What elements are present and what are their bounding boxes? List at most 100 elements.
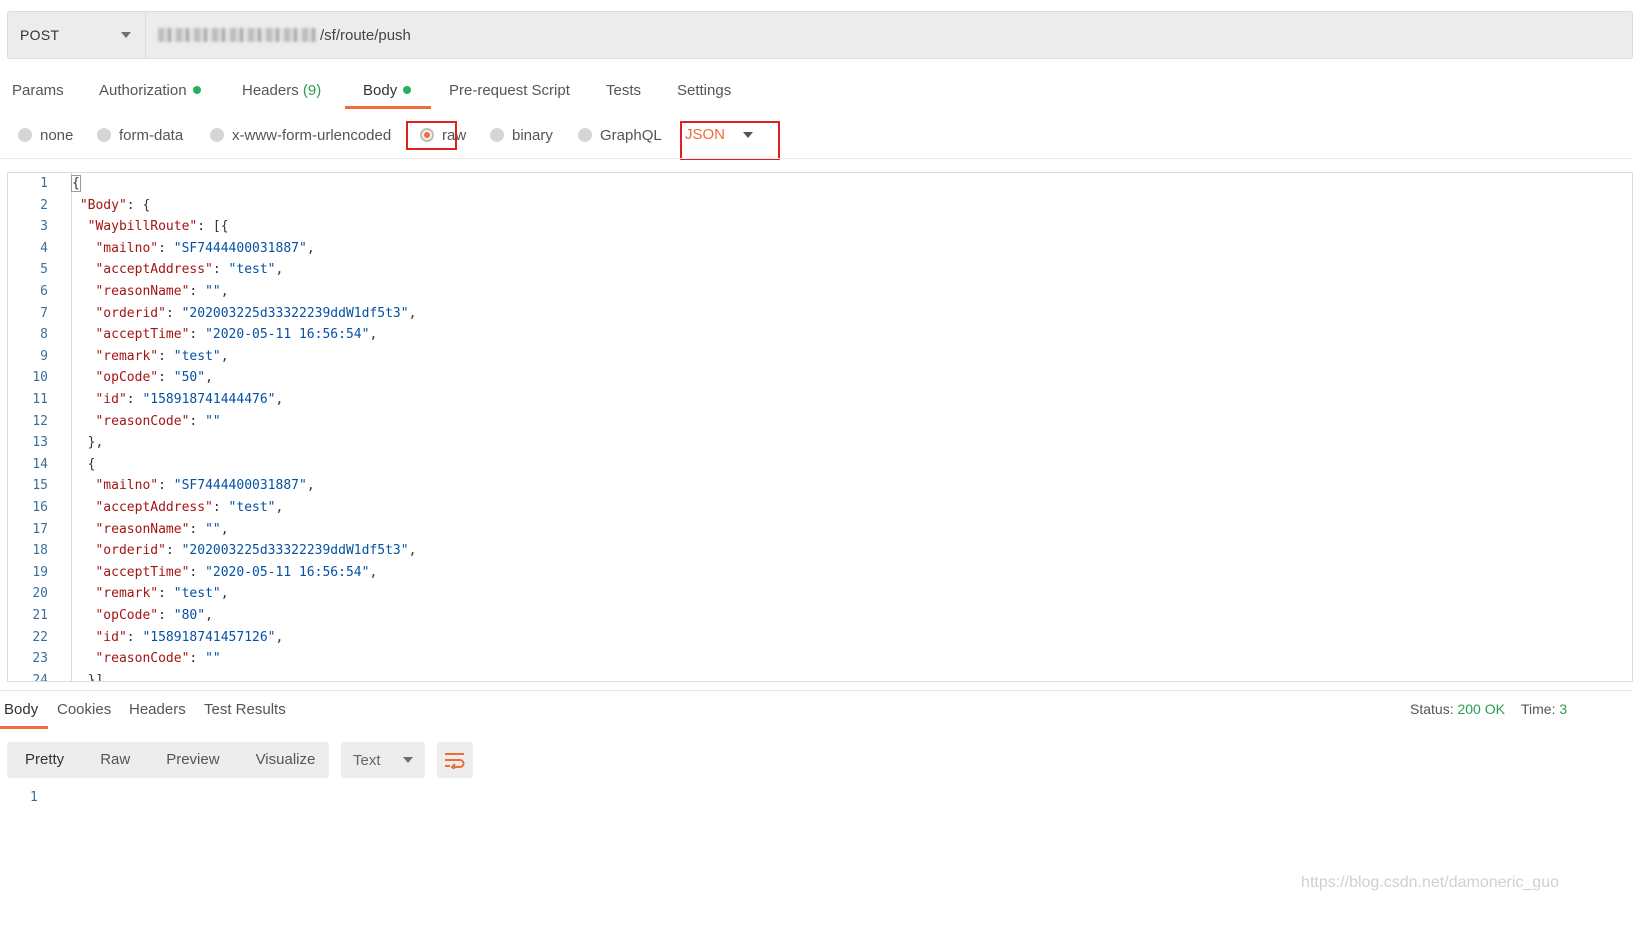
radio-form-data-label: form-data [119, 126, 184, 144]
line-number: 11 [32, 392, 48, 407]
radio-none-label: none [40, 126, 74, 144]
line-number: 5 [40, 262, 48, 278]
tab-headers[interactable]: Headers (9) [242, 80, 321, 102]
line-number: 16 [32, 500, 48, 515]
status-dot-icon [192, 86, 201, 94]
line-number: 23 [32, 651, 48, 667]
code-line: 11 "id": "158918741444476", [8, 389, 1608, 411]
request-body-editor[interactable]: 1 {2 "Body": { 3 "WaybillRoute": [{ 4 "mail… [7, 172, 1633, 682]
code-line: 15 "mailno": "SF7444400031887", [8, 475, 1608, 497]
code-text: "WaybillRoute": [{ [87, 219, 229, 235]
code-text: { [72, 456, 96, 472]
body-type-selector: none form-data x-www-form-urlencoded raw… [0, 120, 1633, 158]
tab-pre-request-label: Pre-request Script [449, 82, 570, 99]
line-number: 17 [32, 521, 48, 537]
url-input[interactable]: /sf/route/push [146, 12, 1632, 58]
line-number: 14 [32, 456, 48, 472]
line-number: 20 [32, 586, 48, 602]
code-text: "orderid": "202003225d33322239ddW1df5t3"… [95, 543, 417, 559]
view-visualize-button[interactable]: Visualize [238, 742, 334, 778]
code-line: 20 "remark": "test", [8, 583, 1608, 605]
code-line: 2 "Body": { [8, 195, 1608, 217]
line-number: 8 [40, 327, 48, 343]
code-line: 22 "id": "158918741457126", [8, 627, 1608, 649]
code-text: "reasonCode": "" [95, 413, 221, 429]
response-tab-test-results[interactable]: Test Results [204, 700, 286, 720]
tab-tests-label: Tests [606, 82, 642, 99]
line-number: 1 [40, 176, 48, 191]
radio-icon [490, 128, 504, 142]
response-tab-body[interactable]: Body [4, 700, 38, 720]
code-text: }] [72, 672, 104, 682]
response-line-number: 1 [30, 790, 38, 805]
code-text: "acceptAddress": "test", [95, 262, 284, 278]
tab-tests[interactable]: Tests [606, 80, 641, 102]
line-number: 3 [40, 219, 48, 235]
line-number: 15 [32, 478, 48, 494]
code-text: "remark": "test", [95, 348, 229, 364]
url-path: /sf/route/push [320, 26, 411, 44]
tab-body-label: Body [363, 82, 398, 99]
redacted-host [158, 28, 318, 42]
highlight-box-json [680, 121, 780, 160]
code-line: 19 "acceptTime": "2020-05-11 16:56:54", [8, 562, 1608, 584]
line-number: 24 [32, 672, 48, 682]
line-number: 4 [40, 240, 48, 256]
line-number: 6 [40, 284, 48, 299]
code-line: 14 { [8, 454, 1608, 476]
response-tab-cookies[interactable]: Cookies [57, 700, 111, 720]
code-text: "reasonName": "", [95, 284, 229, 299]
radio-graphql[interactable]: GraphQL [578, 126, 662, 144]
code-line: 7 "orderid": "202003225d33322239ddW1df5t… [8, 303, 1608, 325]
code-line: 18 "orderid": "202003225d33322239ddW1df5… [8, 540, 1608, 562]
response-tab-headers[interactable]: Headers [129, 700, 186, 720]
view-pretty-button[interactable]: Pretty [7, 742, 82, 778]
highlight-box-raw [406, 121, 457, 150]
radio-urlencoded-label: x-www-form-urlencoded [232, 126, 392, 144]
view-preview-button[interactable]: Preview [148, 742, 237, 778]
tab-headers-label: Headers [242, 82, 299, 99]
chevron-down-icon [402, 757, 413, 763]
code-text: "acceptAddress": "test", [95, 500, 284, 515]
http-method-label: POST [20, 27, 60, 43]
code-text: }, [72, 435, 104, 451]
code-line: 4 "mailno": "SF7444400031887", [8, 238, 1608, 260]
tab-settings[interactable]: Settings [677, 80, 731, 102]
response-time: Time: 3 [1521, 701, 1567, 717]
tab-pre-request-script[interactable]: Pre-request Script [449, 80, 570, 102]
wrap-lines-button[interactable] [437, 742, 473, 778]
wrap-lines-icon [445, 753, 465, 769]
radio-form-data[interactable]: form-data [97, 126, 183, 144]
code-line: 12 "reasonCode": "" [8, 411, 1608, 433]
code-text: "id": "158918741457126", [95, 629, 284, 645]
code-line: 5 "acceptAddress": "test", [8, 259, 1608, 281]
view-raw-button[interactable]: Raw [82, 742, 148, 778]
tab-params-label: Params [12, 82, 64, 99]
code-line: 21 "opCode": "80", [8, 605, 1608, 627]
tab-authorization[interactable]: Authorization [99, 80, 201, 102]
radio-none[interactable]: none [18, 126, 73, 144]
code-text: "acceptTime": "2020-05-11 16:56:54", [95, 327, 378, 343]
code-text: "reasonName": "", [95, 521, 229, 537]
response-format-select[interactable]: Text [341, 742, 425, 778]
time-value: 3 [1559, 701, 1568, 717]
code-line: 13 }, [8, 432, 1608, 454]
chevron-down-icon [121, 32, 131, 38]
radio-graphql-label: GraphQL [600, 126, 662, 144]
line-number: 10 [32, 370, 48, 386]
http-method-select[interactable]: POST [8, 12, 146, 58]
code-text: "remark": "test", [95, 586, 229, 602]
code-line: 9 "remark": "test", [8, 346, 1608, 368]
radio-binary[interactable]: binary [490, 126, 553, 144]
code-text: "reasonCode": "" [95, 651, 221, 667]
tab-body[interactable]: Body [363, 80, 412, 102]
response-divider [0, 690, 1633, 691]
status-value: 200 OK [1457, 701, 1505, 717]
response-status: Status: 200 OK [1410, 701, 1505, 717]
line-number: 22 [32, 629, 48, 645]
code-text: "opCode": "50", [95, 370, 213, 386]
status-label: Status: [1410, 701, 1454, 717]
code-text: "acceptTime": "2020-05-11 16:56:54", [95, 564, 378, 580]
radio-urlencoded[interactable]: x-www-form-urlencoded [210, 126, 391, 144]
tab-params[interactable]: Params [12, 80, 64, 102]
